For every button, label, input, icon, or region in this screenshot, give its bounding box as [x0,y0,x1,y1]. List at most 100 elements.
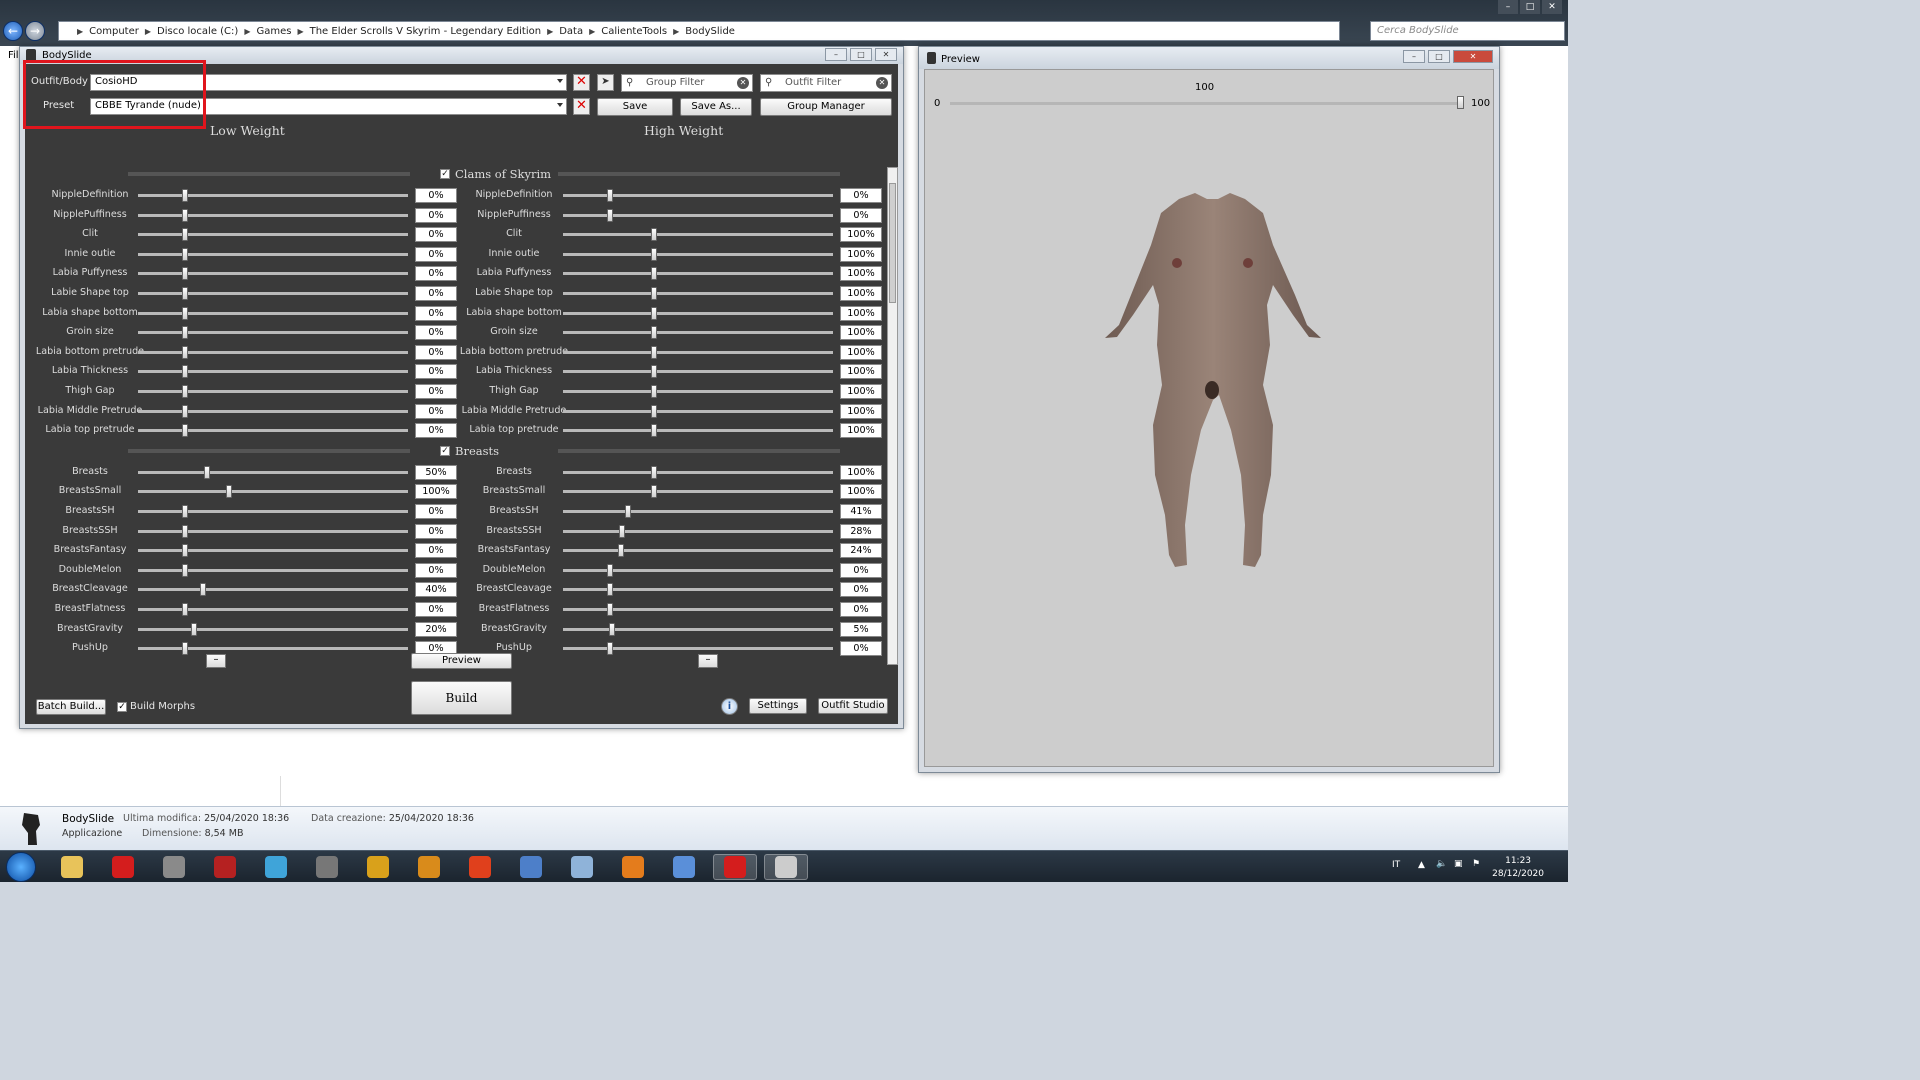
low-weight-slider-thumb[interactable] [226,485,232,499]
low-weight-slider-track[interactable] [138,311,408,315]
build-morphs-checkbox[interactable]: ✓ [117,702,127,712]
high-weight-slider-thumb[interactable] [651,306,657,320]
breadcrumb-item[interactable]: Disco locale (C:) [157,26,238,37]
taskbar-audio-app-icon[interactable] [305,854,349,880]
low-weight-slider-track[interactable] [138,292,408,295]
low-weight-minus-button[interactable]: – [206,654,226,668]
high-weight-slider-thumb[interactable] [607,208,613,222]
build-button[interactable]: Build [411,681,512,715]
preview-viewport[interactable]: 100 0 100 [924,69,1494,767]
taskbar-opera-app-icon[interactable] [101,854,145,880]
low-weight-slider-track[interactable] [138,627,408,631]
high-weight-slider-track[interactable] [563,331,833,335]
high-weight-slider-thumb[interactable] [651,385,657,398]
flag-icon[interactable]: ⚑ [1472,859,1480,869]
high-weight-slider-thumb[interactable] [607,563,613,577]
forward-button[interactable]: → [25,21,45,41]
breadcrumb-separator-icon[interactable]: ▶ [145,27,151,36]
high-weight-slider-track[interactable] [563,510,833,513]
low-weight-value-field[interactable]: 0% [415,423,457,439]
high-weight-value-field[interactable]: 100% [840,227,882,243]
low-weight-slider-thumb[interactable] [204,465,210,479]
high-weight-value-field[interactable]: 100% [840,266,882,282]
high-weight-slider-thumb[interactable] [617,544,624,558]
minimize-icon[interactable]: – [825,48,847,61]
low-weight-value-field[interactable]: 0% [415,403,457,419]
low-weight-slider-thumb[interactable] [182,228,188,242]
low-weight-slider-track[interactable] [138,529,408,533]
taskbar-x-app-icon[interactable] [611,854,655,880]
low-weight-slider-thumb[interactable] [182,365,188,379]
high-weight-slider-track[interactable] [563,194,833,197]
low-weight-slider-track[interactable] [138,409,408,413]
high-weight-value-field[interactable]: 100% [840,364,882,380]
high-weight-value-field[interactable]: 28% [840,523,882,539]
low-weight-slider-thumb[interactable] [182,544,188,558]
low-weight-slider-track[interactable] [138,331,408,335]
breadcrumb-item[interactable]: Data [559,26,583,37]
high-weight-slider-track[interactable] [563,390,833,393]
high-weight-value-field[interactable]: 100% [840,325,882,341]
delete-outfit-button[interactable]: ✕ [573,74,590,91]
low-weight-slider-thumb[interactable] [199,583,206,597]
breadcrumb-separator-icon[interactable]: ▶ [297,27,303,36]
taskbar-pen-app-icon[interactable] [662,854,706,880]
low-weight-slider-thumb[interactable] [182,267,188,281]
high-weight-slider-track[interactable] [563,350,833,354]
save-as-button[interactable]: Save As... [680,98,752,116]
high-weight-slider-track[interactable] [563,549,833,553]
address-bar[interactable]: ▶ Computer ▶ Disco locale (C:) ▶ Games ▶ The El… [58,21,1340,41]
low-weight-slider-thumb[interactable] [182,404,188,418]
low-weight-slider-thumb[interactable] [182,247,188,261]
high-weight-value-field[interactable]: 0% [840,582,882,598]
high-weight-slider-track[interactable] [563,429,833,433]
group-checkbox[interactable]: ✓ [440,169,450,179]
close-icon[interactable]: ✕ [1453,50,1493,63]
close-icon[interactable]: ✕ [875,48,897,61]
low-weight-value-field[interactable]: 50% [415,464,457,480]
group-filter-input[interactable]: ⚲ Group Filter ✕ [621,74,753,92]
breadcrumb-item[interactable]: Games [256,26,291,37]
low-weight-value-field[interactable]: 0% [415,246,457,262]
high-weight-slider-track[interactable] [563,470,833,474]
low-weight-slider-thumb[interactable] [182,189,188,202]
high-weight-slider-thumb[interactable] [651,287,657,300]
breadcrumb-separator-icon[interactable]: ▶ [244,27,250,36]
maximize-icon[interactable]: □ [1428,50,1450,63]
low-weight-slider-track[interactable] [138,252,408,256]
low-weight-slider-track[interactable] [138,350,408,354]
low-weight-slider-track[interactable] [138,213,408,217]
volume-icon[interactable]: 🔈 [1436,859,1447,869]
low-weight-slider-thumb[interactable] [182,603,188,616]
low-weight-value-field[interactable]: 0% [415,227,457,243]
info-icon[interactable]: i [721,698,738,715]
high-weight-slider-track[interactable] [563,272,833,276]
high-weight-value-field[interactable]: 100% [840,423,882,439]
network-icon[interactable]: ▣ [1454,859,1463,869]
high-weight-value-field[interactable]: 24% [840,543,882,559]
low-weight-value-field[interactable]: 0% [415,188,457,203]
high-weight-slider-thumb[interactable] [651,326,657,340]
low-weight-slider-thumb[interactable] [182,208,188,222]
high-weight-slider-thumb[interactable] [607,189,613,202]
low-weight-slider-track[interactable] [138,568,408,572]
tray-arrow-icon[interactable]: ▲ [1418,860,1425,870]
low-weight-slider-thumb[interactable] [182,424,188,438]
low-weight-value-field[interactable]: 0% [415,364,457,380]
high-weight-slider-track[interactable] [563,233,833,237]
high-weight-slider-track[interactable] [563,647,833,651]
scrollbar-thumb[interactable] [889,183,896,303]
high-weight-slider-thumb[interactable] [609,622,616,636]
weight-slider-thumb[interactable] [1457,96,1464,109]
high-weight-value-field[interactable]: 100% [840,246,882,262]
high-weight-minus-button[interactable]: – [698,654,718,668]
low-weight-value-field[interactable]: 0% [415,305,457,321]
low-weight-value-field[interactable]: 0% [415,207,457,223]
language-indicator[interactable]: IT [1392,860,1400,870]
minimize-icon[interactable]: – [1498,0,1518,14]
low-weight-slider-track[interactable] [138,647,408,651]
low-weight-value-field[interactable]: 0% [415,504,457,519]
high-weight-slider-thumb[interactable] [651,404,657,418]
high-weight-value-field[interactable]: 100% [840,344,882,360]
high-weight-slider-thumb[interactable] [625,505,632,518]
